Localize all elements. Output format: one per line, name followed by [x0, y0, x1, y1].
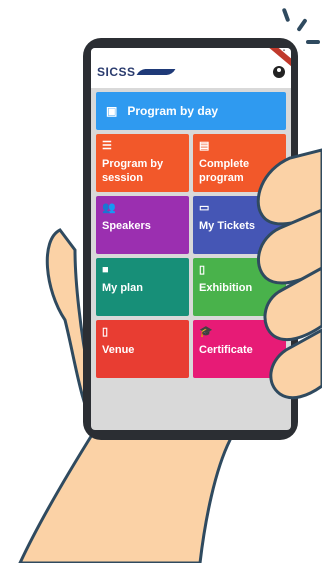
profile-icon[interactable]: [273, 66, 285, 78]
my-plan-tile[interactable]: ■ My plan: [96, 258, 189, 316]
document-icon: ▤: [199, 140, 210, 152]
phone-screen: ▪ ▪ ▪ SICSS ▣ Program by day ☰ Program b…: [91, 48, 291, 430]
sparkle-mark: [306, 40, 320, 44]
complete-program-tile[interactable]: ▤ Complete program: [193, 134, 286, 192]
banner-label: Program by day: [127, 104, 219, 118]
list-icon: ☰: [102, 140, 112, 152]
briefcase-icon: ■: [102, 264, 109, 276]
sparkle-mark: [281, 7, 291, 23]
menu-grid: ☰ Program by session ▤ Complete program …: [96, 134, 286, 378]
calendar-icon: ▣: [106, 104, 118, 118]
ticket-icon: ▭: [199, 202, 210, 214]
app-bar: SICSS: [91, 48, 291, 88]
sparkle-mark: [296, 18, 308, 32]
certificate-tile[interactable]: 🎓 Certificate: [193, 320, 286, 378]
program-by-session-tile[interactable]: ☰ Program by session: [96, 134, 189, 192]
status-bar: ▪ ▪ ▪: [91, 48, 291, 56]
exhibition-tile[interactable]: ▯ Exhibition: [193, 258, 286, 316]
my-tickets-tile[interactable]: ▭ My Tickets: [193, 196, 286, 254]
map-icon: ▯: [199, 264, 206, 276]
speakers-tile[interactable]: 👥 Speakers: [96, 196, 189, 254]
people-icon: 👥: [102, 202, 116, 214]
map-icon: ▯: [102, 326, 109, 338]
illustration: ▪ ▪ ▪ SICSS ▣ Program by day ☰ Program b…: [0, 0, 322, 563]
graduation-cap-icon: 🎓: [199, 326, 213, 338]
venue-tile[interactable]: ▯ Venue: [96, 320, 189, 378]
app-logo: SICSS: [97, 63, 175, 81]
program-by-day-button[interactable]: ▣ Program by day: [96, 92, 286, 130]
